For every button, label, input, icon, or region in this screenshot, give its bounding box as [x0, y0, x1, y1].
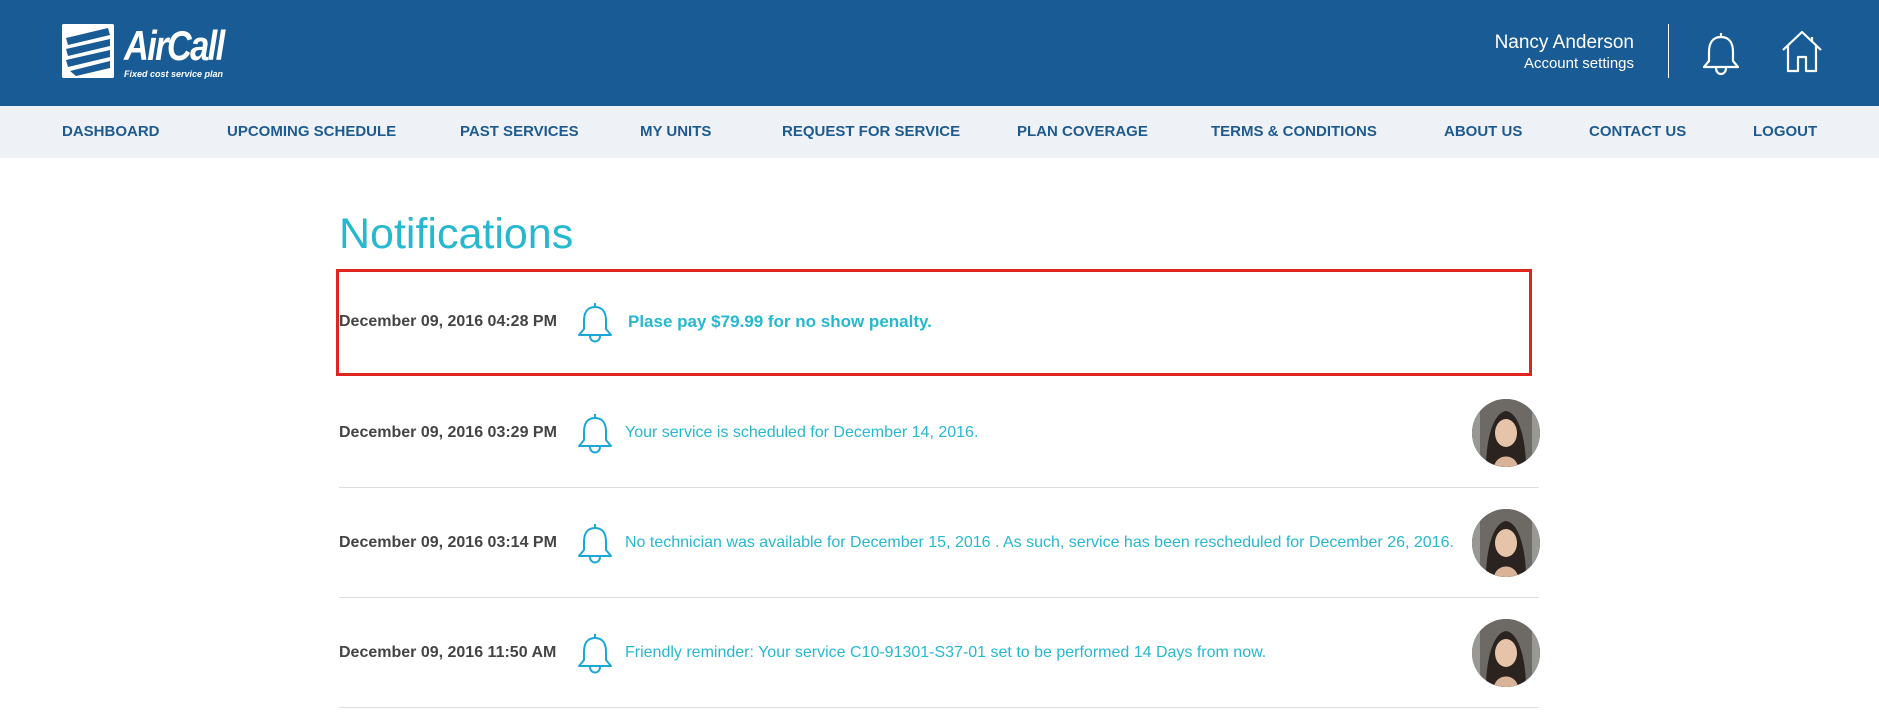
nav-item-plan-coverage[interactable]: PLAN COVERAGE: [1017, 106, 1148, 158]
nav-item-my-units[interactable]: MY UNITS: [640, 106, 711, 158]
notification-message: Your service is scheduled for December 1…: [625, 424, 979, 441]
bell-icon[interactable]: [1700, 30, 1742, 76]
avatar: [1472, 399, 1540, 467]
notification-item[interactable]: December 09, 2016 03:29 PM Your service …: [339, 378, 1540, 488]
highlight-box: [336, 269, 1532, 376]
notification-item[interactable]: December 09, 2016 11:50 AM Friendly remi…: [339, 598, 1540, 708]
row-divider: [339, 707, 1539, 708]
notification-message: Friendly reminder: Your service C10-9130…: [625, 644, 1267, 661]
notification-item[interactable]: December 09, 2016 03:14 PM No technician…: [339, 488, 1540, 598]
notification-timestamp: December 09, 2016 03:14 PM: [339, 534, 557, 551]
bell-icon: [575, 412, 615, 454]
home-icon[interactable]: [1780, 28, 1824, 74]
avatar: [1472, 509, 1540, 577]
top-header: AirCall Fixed cost service plan Nancy An…: [0, 0, 1879, 106]
avatar: [1472, 619, 1540, 687]
nav-item-terms-conditions[interactable]: TERMS & CONDITIONS: [1211, 106, 1377, 158]
header-divider: [1668, 24, 1669, 78]
bell-icon: [575, 522, 615, 564]
bell-icon: [575, 632, 615, 674]
notification-message: No technician was available for December…: [625, 534, 1454, 551]
logo-tagline: Fixed cost service plan: [124, 69, 224, 79]
nav-item-request-for-service[interactable]: REQUEST FOR SERVICE: [782, 106, 960, 158]
logo-wordmark: AirCall: [124, 22, 225, 69]
page-title: Notifications: [339, 210, 574, 258]
user-menu[interactable]: Nancy Anderson Account settings: [1495, 32, 1634, 73]
account-settings-link[interactable]: Account settings: [1495, 54, 1634, 73]
nav-item-about-us[interactable]: ABOUT US: [1444, 106, 1522, 158]
nav-item-dashboard[interactable]: DASHBOARD: [62, 106, 160, 158]
logo-mark-icon: [62, 24, 114, 78]
user-name[interactable]: Nancy Anderson: [1495, 32, 1634, 54]
nav-item-upcoming-schedule[interactable]: UPCOMING SCHEDULE: [227, 106, 396, 158]
notification-timestamp: December 09, 2016 11:50 AM: [339, 644, 557, 661]
nav-item-contact-us[interactable]: CONTACT US: [1589, 106, 1686, 158]
nav-item-past-services[interactable]: PAST SERVICES: [460, 106, 579, 158]
aircall-logo[interactable]: AirCall Fixed cost service plan: [62, 22, 242, 84]
main-nav: DASHBOARD UPCOMING SCHEDULE PAST SERVICE…: [0, 106, 1879, 158]
notification-timestamp: December 09, 2016 03:29 PM: [339, 424, 557, 441]
nav-item-logout[interactable]: LOGOUT: [1753, 106, 1817, 158]
